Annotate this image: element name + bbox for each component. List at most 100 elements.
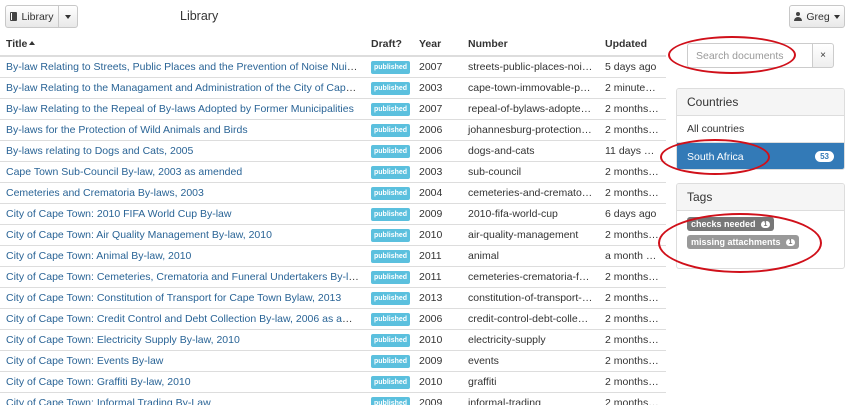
tag-missing-attachments[interactable]: missing attachments 1 (687, 235, 800, 249)
document-title-link[interactable]: City of Cape Town: 2010 FIFA World Cup B… (6, 208, 231, 220)
year-cell: 2009 (413, 391, 462, 405)
country-item-south-africa[interactable]: South Africa 53 (677, 143, 844, 169)
table-row: By-laws relating to Dogs and Cats, 2005 p… (0, 139, 666, 161)
document-title-link[interactable]: By-law Relating to the Repeal of By-laws… (6, 103, 354, 115)
published-badge: published (371, 270, 411, 284)
table-row: Cape Town Sub-Council By-law, 2003 as am… (0, 160, 666, 182)
library-button-label: Library (21, 10, 54, 23)
table-row: City of Cape Town: Cemeteries, Crematori… (0, 265, 666, 287)
number-cell: cemeteries-crematoria-funeral-undertaker… (462, 265, 599, 287)
documents-table-container: Title Draft? Year Number Updated By-law … (0, 33, 666, 405)
draft-cell: published (365, 181, 413, 203)
updated-cell: a month ago (599, 244, 666, 266)
draft-cell: published (365, 307, 413, 329)
document-title-link[interactable]: City of Cape Town: Cemeteries, Crematori… (6, 271, 365, 283)
table-row: City of Cape Town: Graffiti By-law, 2010… (0, 370, 666, 392)
year-cell: 2004 (413, 181, 462, 203)
document-title-link[interactable]: Cemeteries and Crematoria By-laws, 2003 (6, 187, 204, 199)
clear-search-button[interactable]: × (812, 43, 834, 68)
page-title: Library (180, 9, 219, 23)
close-icon: × (820, 50, 826, 61)
document-title-cell: By-laws for the Protection of Wild Anima… (0, 118, 365, 140)
sort-ascending-icon (29, 41, 36, 45)
country-count-badge: 53 (815, 151, 834, 162)
column-header-updated[interactable]: Updated (599, 33, 666, 57)
document-title-cell: By-law Relating to the Managament and Ad… (0, 76, 365, 98)
tag-checks-needed[interactable]: checks needed 1 (687, 217, 775, 231)
document-title-link[interactable]: City of Cape Town: Air Quality Managemen… (6, 229, 272, 241)
number-cell: informal-trading (462, 391, 599, 405)
table-row: City of Cape Town: 2010 FIFA World Cup B… (0, 202, 666, 224)
table-row: Cemeteries and Crematoria By-laws, 2003 p… (0, 181, 666, 203)
document-title-cell: City of Cape Town: Credit Control and De… (0, 307, 365, 329)
year-cell: 2006 (413, 118, 462, 140)
document-title-link[interactable]: City of Cape Town: Informal Trading By-L… (6, 397, 211, 405)
user-icon (794, 12, 803, 21)
table-row: City of Cape Town: Informal Trading By-L… (0, 391, 666, 405)
draft-cell: published (365, 202, 413, 224)
number-cell: dogs-and-cats (462, 139, 599, 161)
updated-cell: 2 months ago (599, 265, 666, 287)
number-cell: sub-council (462, 160, 599, 182)
number-cell: cemeteries-and-crematoria (462, 181, 599, 203)
documents-table: Title Draft? Year Number Updated By-law … (0, 33, 666, 405)
country-label: South Africa (687, 150, 744, 163)
library-dropdown-toggle[interactable] (58, 5, 78, 28)
document-title-link[interactable]: By-laws for the Protection of Wild Anima… (6, 124, 248, 136)
document-title-link[interactable]: By-laws relating to Dogs and Cats, 2005 (6, 145, 193, 157)
document-title-link[interactable]: City of Cape Town: Events By-law (6, 355, 163, 367)
table-row: By-law Relating to Streets, Public Place… (0, 55, 666, 77)
tag-label: checks needed (691, 219, 756, 229)
published-badge: published (371, 165, 411, 179)
published-badge: published (371, 291, 411, 305)
country-item-all[interactable]: All countries (677, 116, 844, 143)
table-row: By-laws for the Protection of Wild Anima… (0, 118, 666, 140)
updated-cell: 6 days ago (599, 202, 666, 224)
draft-cell: published (365, 118, 413, 140)
published-badge: published (371, 207, 411, 221)
column-header-number[interactable]: Number (462, 33, 599, 57)
published-badge: published (371, 102, 411, 116)
published-badge: published (371, 396, 411, 405)
document-title-cell: Cemeteries and Crematoria By-laws, 2003 (0, 181, 365, 203)
draft-cell: published (365, 97, 413, 119)
chevron-down-icon (65, 14, 71, 19)
tags-heading: Tags (677, 184, 844, 211)
published-badge: published (371, 186, 411, 200)
number-cell: johannesburg-protection-of-wild-animals (462, 118, 599, 140)
updated-cell: 2 months ago (599, 97, 666, 119)
updated-cell: 2 months ago (599, 223, 666, 245)
column-header-year[interactable]: Year (413, 33, 462, 57)
draft-cell: published (365, 265, 413, 287)
top-toolbar: Library Library Greg (0, 0, 850, 33)
user-name: Greg (806, 10, 830, 23)
user-menu-button[interactable]: Greg (789, 5, 845, 28)
library-button[interactable]: Library (5, 5, 59, 28)
draft-cell: published (365, 328, 413, 350)
draft-cell: published (365, 76, 413, 98)
year-cell: 2007 (413, 55, 462, 77)
column-header-title[interactable]: Title (0, 33, 365, 57)
document-title-cell: By-law Relating to Streets, Public Place… (0, 55, 365, 77)
document-title-link[interactable]: Cape Town Sub-Council By-law, 2003 as am… (6, 166, 242, 178)
document-title-link[interactable]: City of Cape Town: Constitution of Trans… (6, 292, 341, 304)
number-cell: constitution-of-transport-for-cape-town (462, 286, 599, 308)
document-title-link[interactable]: By-law Relating to Streets, Public Place… (6, 61, 365, 73)
updated-cell: 2 months ago (599, 118, 666, 140)
document-title-cell: City of Cape Town: Constitution of Trans… (0, 286, 365, 308)
draft-cell: published (365, 286, 413, 308)
book-icon (10, 12, 18, 21)
table-row: By-law Relating to the Repeal of By-laws… (0, 97, 666, 119)
published-badge: published (371, 354, 411, 368)
document-title-cell: City of Cape Town: Electricity Supply By… (0, 328, 365, 350)
year-cell: 2003 (413, 160, 462, 182)
document-title-link[interactable]: By-law Relating to the Managament and Ad… (6, 82, 365, 94)
number-cell: events (462, 349, 599, 371)
document-title-link[interactable]: City of Cape Town: Credit Control and De… (6, 313, 365, 325)
document-title-link[interactable]: City of Cape Town: Graffiti By-law, 2010 (6, 376, 191, 388)
column-header-draft[interactable]: Draft? (365, 33, 413, 57)
document-title-link[interactable]: City of Cape Town: Electricity Supply By… (6, 334, 240, 346)
number-cell: electricity-supply (462, 328, 599, 350)
search-input[interactable] (687, 43, 813, 68)
document-title-link[interactable]: City of Cape Town: Animal By-law, 2010 (6, 250, 191, 262)
